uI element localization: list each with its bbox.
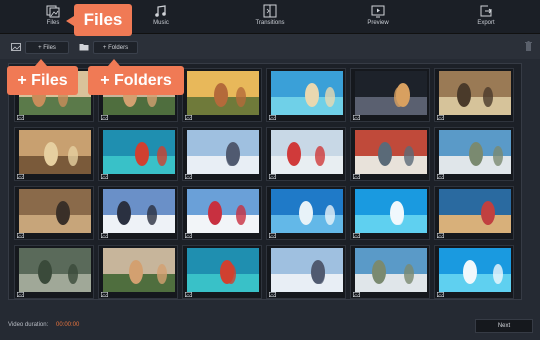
running-track-photo <box>355 130 427 174</box>
files-icon <box>46 5 60 18</box>
image-type-icon <box>185 292 192 297</box>
image-type-icon <box>185 115 192 120</box>
tab-music-label: Music <box>153 20 169 26</box>
tab-export-label: Export <box>477 20 495 26</box>
tab-transitions[interactable]: Transitions <box>235 0 305 33</box>
swimmer-photo <box>355 189 427 233</box>
skier-photo <box>103 189 175 233</box>
thumbnail-swimmer-photo-2[interactable] <box>434 245 514 299</box>
tab-music[interactable]: Music <box>126 0 196 33</box>
image-type-icon <box>269 292 276 297</box>
thumbnail-beach-jump-photo[interactable] <box>266 68 346 122</box>
callout-files: Files <box>66 4 132 36</box>
image-type-icon <box>101 233 108 238</box>
desert-travel-photo <box>439 71 511 115</box>
skateboarder-photo <box>439 130 511 174</box>
thumbnail-running-track-photo[interactable] <box>350 127 430 181</box>
image-type-icon <box>101 115 108 120</box>
trash-icon[interactable] <box>525 41 532 51</box>
sunset-crowd-photo <box>187 71 259 115</box>
image-type-icon <box>437 292 444 297</box>
image-type-icon <box>17 292 24 297</box>
add-folders-button[interactable]: + Folders <box>93 41 138 54</box>
transitions-icon <box>263 4 277 18</box>
image-type-icon <box>185 233 192 238</box>
thumbnail-ski-friends-photo-2[interactable] <box>266 245 346 299</box>
surfer-photo <box>271 189 343 233</box>
image-type-icon <box>437 174 444 179</box>
thumbnail-motorbike-jump-photo[interactable] <box>14 186 94 240</box>
add-files-image-icon <box>11 43 21 51</box>
callout-add-folders: + Folders <box>88 59 184 95</box>
couple-cheering-photo <box>355 71 427 115</box>
folder-icon <box>79 44 89 51</box>
kayak-photo-2 <box>187 248 259 292</box>
mountain-biker-photo <box>19 130 91 174</box>
export-icon <box>480 5 492 17</box>
thumbnail-couple-cheering-photo[interactable] <box>350 68 430 122</box>
thumbnail-ski-friends-photo[interactable] <box>182 127 262 181</box>
beach-jump-photo <box>271 71 343 115</box>
image-type-icon <box>17 233 24 238</box>
image-type-icon <box>269 115 276 120</box>
thumbnail-skateboarder-photo[interactable] <box>434 127 514 181</box>
tab-export[interactable]: Export <box>451 0 521 33</box>
image-type-icon <box>353 233 360 238</box>
image-type-icon <box>269 233 276 238</box>
thumbnail-sunset-crowd-photo[interactable] <box>182 68 262 122</box>
video-duration-value: 00:00:00 <box>56 322 80 328</box>
cyclists-photo <box>19 248 91 292</box>
thumbnail-runners-photo[interactable] <box>434 186 514 240</box>
image-type-icon <box>17 115 24 120</box>
motorbike-jump-photo <box>19 189 91 233</box>
thumbnail-surfer-photo[interactable] <box>266 186 346 240</box>
tab-preview[interactable]: Preview <box>343 0 413 33</box>
image-type-icon <box>101 174 108 179</box>
video-duration-label: Video duration: <box>8 322 49 328</box>
skateboarder-photo-2 <box>355 248 427 292</box>
thumbnail-desert-travel-photo[interactable] <box>434 68 514 122</box>
image-type-icon <box>437 233 444 238</box>
snowboarder-photo <box>187 189 259 233</box>
thumbnail-skateboarder-photo-2[interactable] <box>350 245 430 299</box>
kayak-photo <box>103 130 175 174</box>
thumbnail-paraglider-photo[interactable] <box>266 127 346 181</box>
thumbnail-skier-photo[interactable] <box>98 186 178 240</box>
thumbnail-mountain-biker-photo[interactable] <box>14 127 94 181</box>
image-type-icon <box>353 292 360 297</box>
thumbnail-kayak-photo[interactable] <box>98 127 178 181</box>
ski-friends-photo-2 <box>271 248 343 292</box>
image-type-icon <box>269 174 276 179</box>
image-type-icon <box>185 174 192 179</box>
thumbnail-kayak-photo-2[interactable] <box>182 245 262 299</box>
image-type-icon <box>353 174 360 179</box>
image-type-icon <box>101 292 108 297</box>
callout-add-files: + Files <box>7 59 78 95</box>
thumbnail-friends-walking-photo-2[interactable] <box>98 245 178 299</box>
preview-icon <box>371 5 385 18</box>
image-type-icon <box>17 174 24 179</box>
tab-preview-label: Preview <box>367 20 389 26</box>
tab-transitions-label: Transitions <box>255 20 285 26</box>
thumbnail-snowboarder-photo[interactable] <box>182 186 262 240</box>
friends-walking-photo-2 <box>103 248 175 292</box>
swimmer-photo-2 <box>439 248 511 292</box>
image-type-icon <box>353 115 360 120</box>
music-icon <box>155 5 166 17</box>
image-type-icon <box>437 115 444 120</box>
thumbnail-cyclists-photo[interactable] <box>14 245 94 299</box>
next-button[interactable]: Next <box>475 319 533 333</box>
ski-friends-photo <box>187 130 259 174</box>
thumbnail-swimmer-photo[interactable] <box>350 186 430 240</box>
paraglider-photo <box>271 130 343 174</box>
runners-photo <box>439 189 511 233</box>
add-files-button[interactable]: + Files <box>25 41 69 54</box>
